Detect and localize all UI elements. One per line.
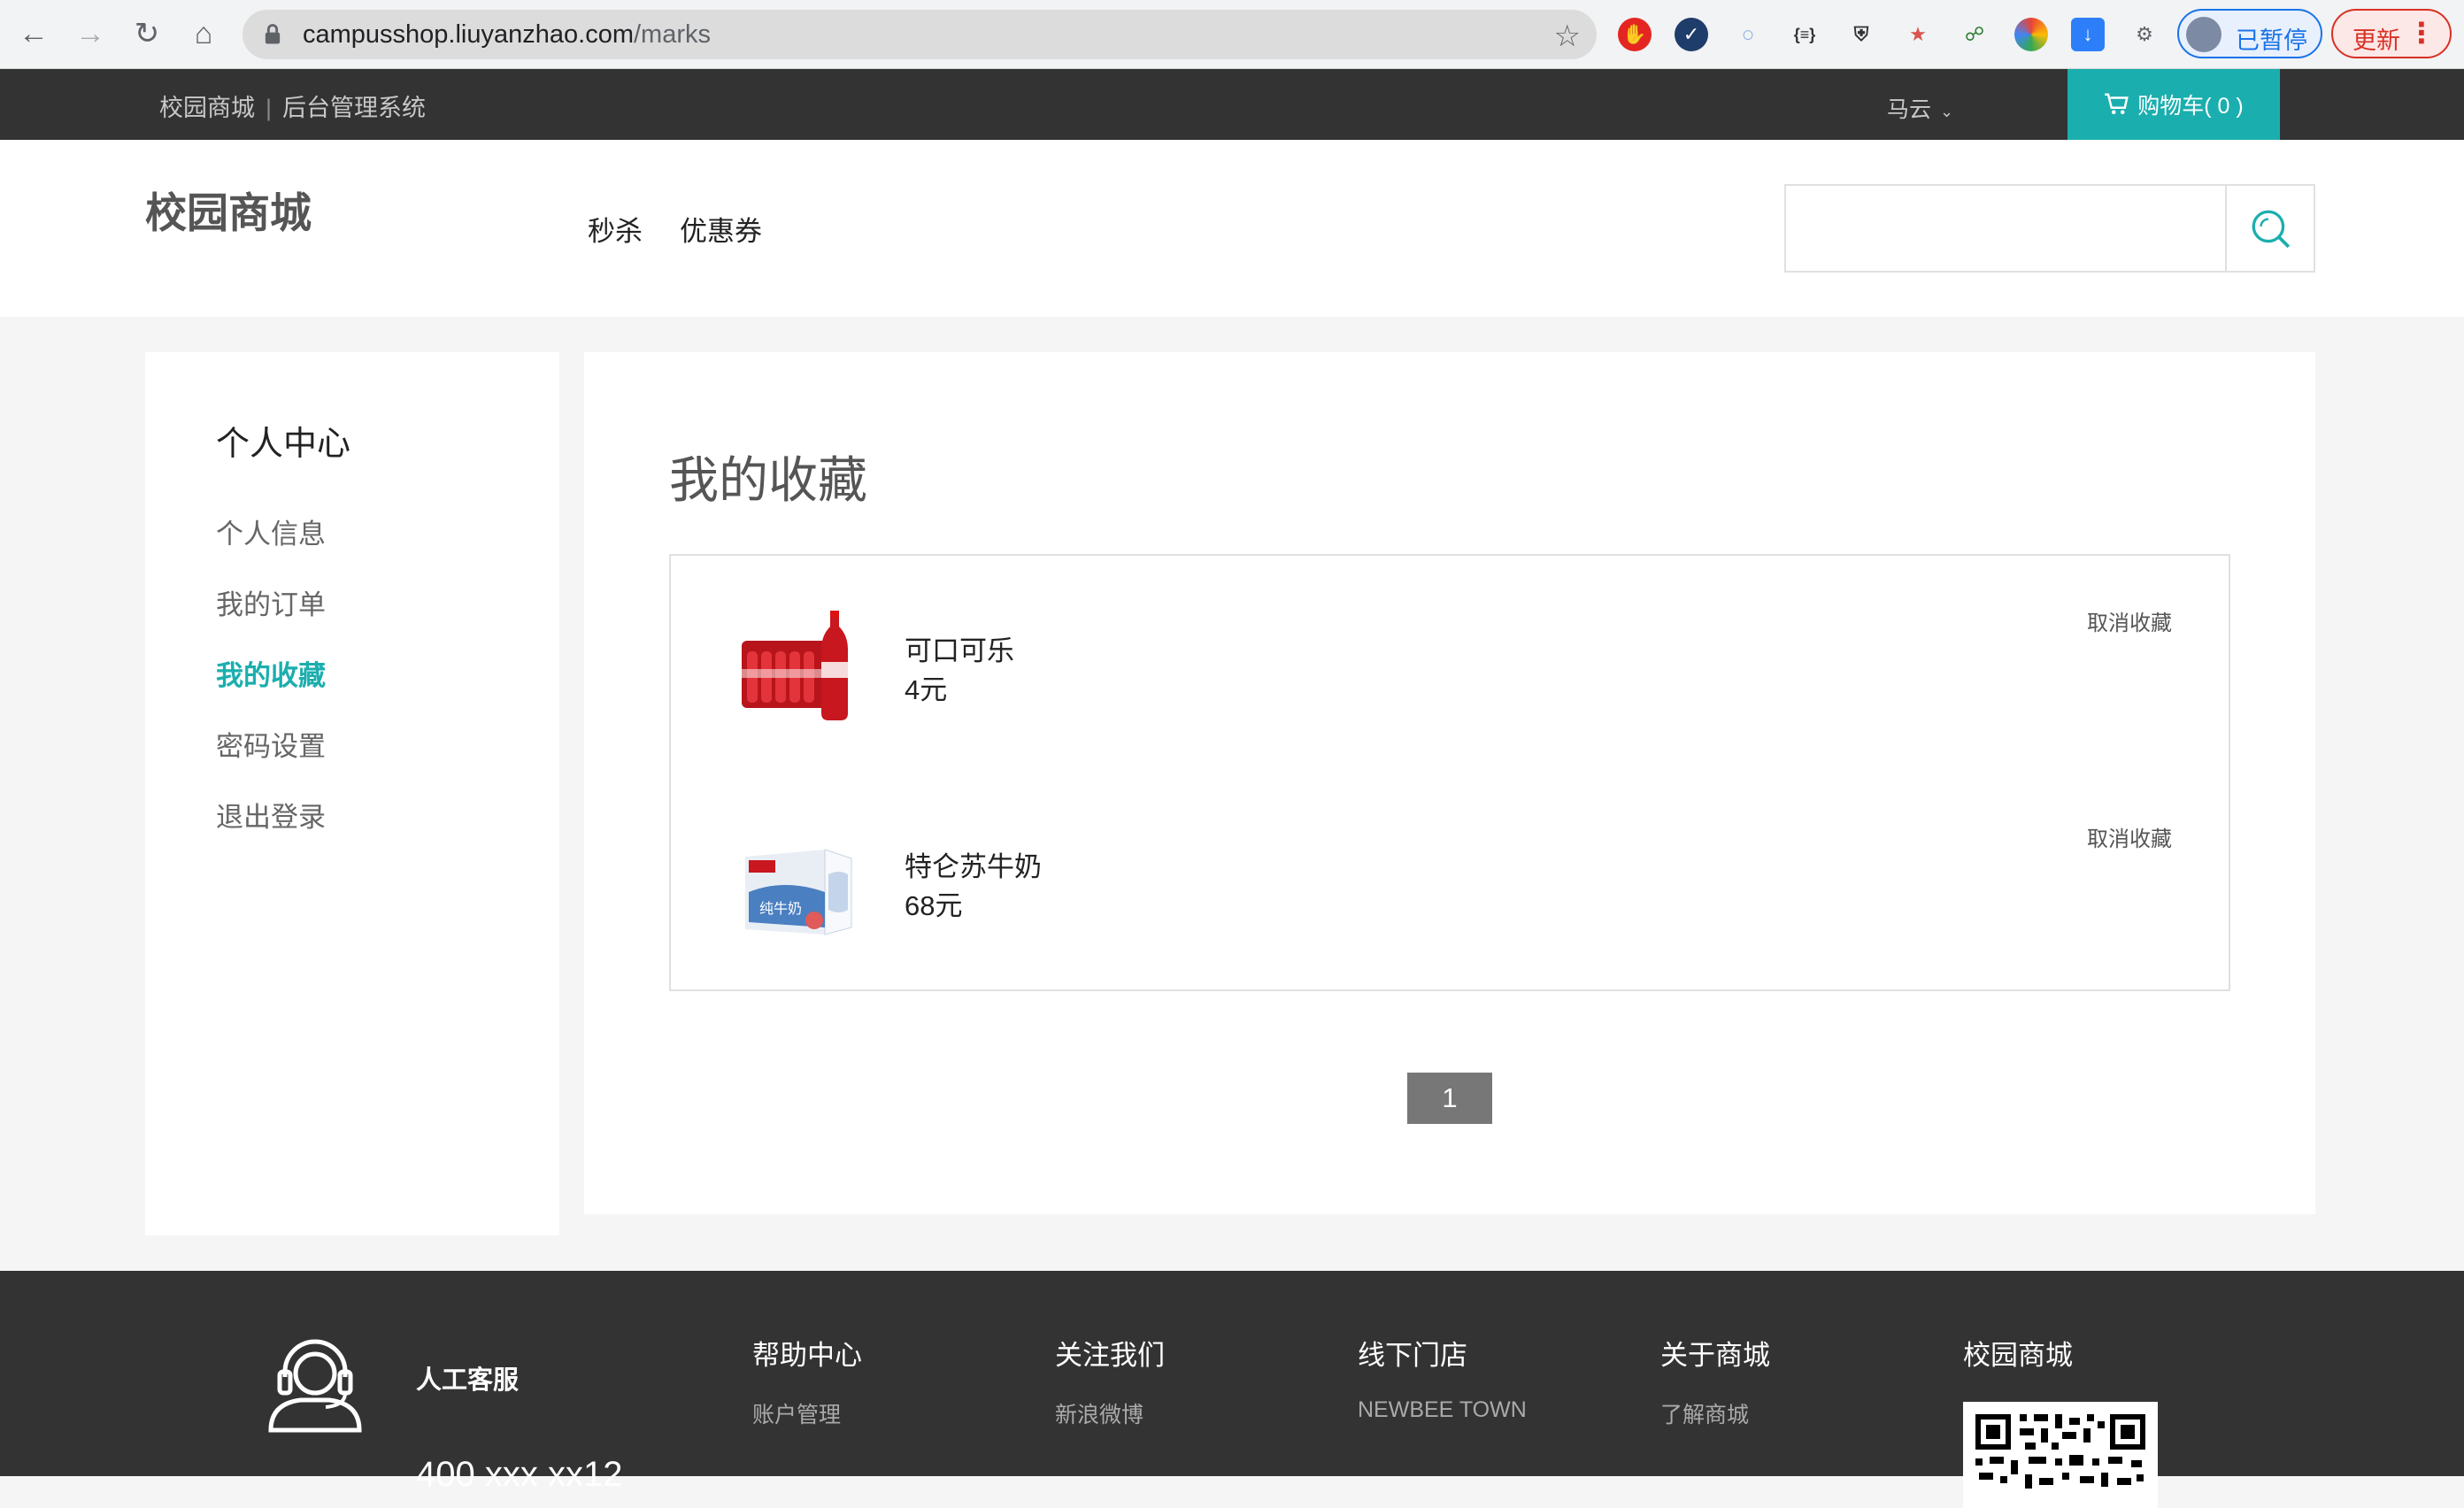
footer-column-follow: 关注我们 新浪微博 [1055, 1333, 1165, 1445]
favorites-panel: 我的收藏 可口可乐 4元 取消收藏 纯牛奶 特仑苏牛奶 68元 取消收藏 1 [584, 352, 2315, 1214]
favorites-list: 可口可乐 4元 取消收藏 纯牛奶 特仑苏牛奶 68元 取消收藏 [669, 554, 2230, 991]
cart-label: 购物车( 0 ) [2137, 94, 2244, 119]
page-title: 我的收藏 [669, 452, 867, 508]
update-button[interactable]: 更新 ⋮ [2331, 9, 2452, 58]
puzzle-extensions-icon[interactable]: ⚙ [2128, 18, 2161, 51]
footer-heading: 线下门店 [1358, 1340, 1467, 1371]
svg-text:纯牛奶: 纯牛奶 [759, 900, 802, 917]
footer-heading: 关于商城 [1660, 1340, 1770, 1371]
list-item: 可口可乐 4元 取消收藏 [671, 556, 2229, 768]
search-input[interactable] [1786, 186, 2225, 271]
reload-icon[interactable]: ↻ [126, 12, 168, 55]
site-topbar: 校园商城 | 后台管理系统 马云 ⌄ 购物车( 0 ) [0, 69, 2464, 140]
customer-service-icon [268, 1339, 362, 1433]
cart-button[interactable]: 购物车( 0 ) [2067, 69, 2280, 140]
sidebar-title: 个人中心 [216, 426, 351, 463]
download-extension-icon[interactable]: ↓ [2071, 18, 2105, 51]
green-extension-icon[interactable]: ☍ [1958, 18, 1991, 51]
sidebar-item-password[interactable]: 密码设置 [216, 724, 326, 764]
json-extension-icon[interactable]: {≡} [1788, 18, 1821, 51]
sidebar-item-orders[interactable]: 我的订单 [216, 582, 326, 622]
chevron-down-icon: ⌄ [1940, 103, 1954, 120]
service-label: 人工客服 [416, 1366, 520, 1395]
qr-code-image [1963, 1402, 2158, 1508]
cancel-favorite-button[interactable]: 取消收藏 [2087, 821, 2172, 852]
chrome-extension-icon[interactable] [2014, 18, 2048, 51]
divider: | [266, 95, 273, 121]
favorite-name[interactable]: 特仑苏牛奶 [905, 844, 1042, 884]
favorite-name[interactable]: 可口可乐 [905, 628, 1014, 668]
search-icon [2252, 210, 2291, 249]
footer-column-about: 关于商城 了解商城 [1660, 1333, 1770, 1445]
profile-button[interactable]: 已暂停 [2177, 9, 2322, 58]
sidebar-item-favorites[interactable]: 我的收藏 [216, 653, 326, 693]
sidebar-item-profile[interactable]: 个人信息 [216, 512, 326, 551]
profile-status-label: 已暂停 [2236, 27, 2307, 54]
footer-column-stores: 线下门店 NEWBEE TOWN [1358, 1333, 1527, 1445]
cart-icon [2105, 93, 2129, 114]
footer-column-help: 帮助中心 账户管理 [752, 1333, 862, 1445]
favorite-price: 68元 [905, 890, 963, 921]
search-button[interactable] [2225, 186, 2314, 271]
footer-heading: 关注我们 [1055, 1340, 1165, 1371]
user-menu[interactable]: 马云 ⌄ [1887, 92, 1953, 124]
sitemap-extension-icon[interactable]: ★ [1901, 18, 1935, 51]
list-item: 纯牛奶 特仑苏牛奶 68元 取消收藏 [671, 772, 2229, 984]
more-vert-icon: ⋮ [2407, 17, 2436, 49]
site-footer: 人工客服 400 xxx xx12 帮助中心 账户管理 关注我们 新浪微博 线下… [0, 1271, 2464, 1508]
shield-extension-icon[interactable]: ⛨ [1844, 18, 1878, 51]
pagination-page-button[interactable]: 1 [1407, 1073, 1492, 1124]
site-home-link[interactable]: 校园商城 [159, 95, 255, 121]
coke-bottles-image[interactable] [738, 605, 859, 726]
user-center-sidebar: 个人中心 个人信息 我的订单 我的收藏 密码设置 退出登录 [145, 352, 559, 1235]
footer-heading: 校园商城 [1963, 1340, 2073, 1371]
avatar [2186, 17, 2221, 52]
nav-coupon[interactable]: 优惠券 [680, 209, 762, 249]
footer-column-brand: 校园商城 [1963, 1333, 2073, 1397]
nav-seckill[interactable]: 秒杀 [588, 209, 643, 249]
footer-link[interactable]: 了解商城 [1660, 1397, 1770, 1445]
lock-icon [265, 24, 281, 44]
checkmark-extension-icon[interactable]: ✓ [1675, 18, 1708, 51]
address-bar[interactable]: campusshop.liuyanzhao.com/marks ☆ [243, 10, 1597, 59]
search-box [1784, 184, 2315, 273]
update-label: 更新 [2352, 27, 2400, 54]
forward-icon[interactable]: → [69, 12, 112, 55]
home-icon[interactable]: ⌂ [182, 12, 225, 55]
footer-link[interactable]: 账户管理 [752, 1397, 862, 1445]
cancel-favorite-button[interactable]: 取消收藏 [2087, 605, 2172, 636]
admin-link[interactable]: 后台管理系统 [282, 95, 426, 121]
sidebar-item-logout[interactable]: 退出登录 [216, 795, 326, 835]
favorite-price: 4元 [905, 674, 948, 705]
translate-extension-icon[interactable]: ◌ [1731, 18, 1765, 51]
footer-link[interactable]: 新浪微博 [1055, 1397, 1165, 1445]
adblock-extension-icon[interactable]: ✋ [1618, 18, 1652, 51]
site-header: 校园商城 秒杀 优惠券 [0, 140, 2464, 317]
browser-toolbar: ← → ↻ ⌂ campusshop.liuyanzhao.com/marks … [0, 0, 2464, 69]
user-name: 马云 [1887, 97, 1932, 122]
service-phone: 400 xxx xx12 [416, 1455, 623, 1494]
footer-heading: 帮助中心 [752, 1340, 862, 1371]
footer-link[interactable]: NEWBEE TOWN [1358, 1397, 1527, 1445]
bookmark-star-icon[interactable]: ☆ [1554, 19, 1581, 54]
milk-box-image[interactable]: 纯牛奶 [738, 821, 859, 942]
url-text: campusshop.liuyanzhao.com/marks [303, 20, 711, 49]
back-icon[interactable]: ← [12, 12, 55, 55]
site-logo[interactable]: 校园商城 [145, 179, 312, 240]
